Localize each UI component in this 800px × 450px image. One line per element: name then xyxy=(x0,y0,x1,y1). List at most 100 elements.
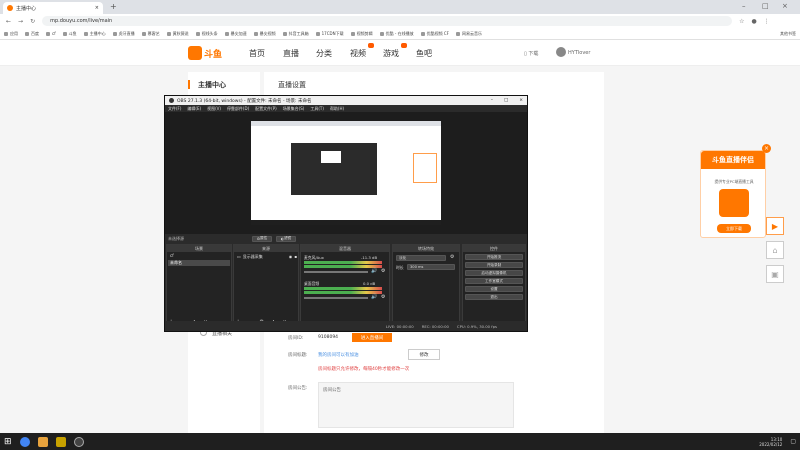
nav-home[interactable]: 首页 xyxy=(249,48,265,59)
float-play-icon[interactable]: ▶ xyxy=(766,217,784,235)
obs-maximize-icon[interactable]: □ xyxy=(504,98,508,103)
obs-preview-canvas[interactable] xyxy=(251,121,441,225)
close-tab-icon[interactable]: × xyxy=(95,5,99,11)
other-bookmarks[interactable]: 其他书签 xyxy=(780,31,796,37)
speaker2-icon[interactable]: 🔊 xyxy=(371,294,377,300)
clock-date: 2022/02/12 xyxy=(759,441,783,447)
bookmark-item[interactable]: cf xyxy=(46,31,56,36)
obs-menu-item[interactable]: 文件(F) xyxy=(168,106,181,112)
bookmark-icon xyxy=(141,31,146,36)
douyu-logo[interactable]: 斗鱼 xyxy=(188,45,226,61)
obs-menu-item[interactable]: 帮助(H) xyxy=(330,106,344,112)
bookmark-item[interactable]: 应用 xyxy=(4,31,18,37)
reload-icon[interactable]: ↻ xyxy=(30,18,35,25)
filter-button[interactable]: ◐ 滤镜 xyxy=(276,235,296,242)
ad-title: 斗鱼直播伴侣 xyxy=(701,151,765,169)
float-app-icon[interactable]: ▣ xyxy=(766,265,784,283)
nav-category[interactable]: 分类 xyxy=(316,48,332,59)
bookmark-item[interactable]: 优酷 - 在线播放 xyxy=(379,31,414,37)
bookmark-item[interactable]: 网易云音乐 xyxy=(455,31,482,37)
obs-menu-item[interactable]: 编辑(E) xyxy=(187,106,201,112)
back-icon[interactable]: ← xyxy=(6,18,11,25)
bookmark-item[interactable]: 百度 xyxy=(25,31,39,37)
url-field[interactable]: mp.douyu.com/live/main xyxy=(42,16,733,26)
sidebar-heading[interactable]: 主播中心 xyxy=(198,80,226,90)
duration-input[interactable]: 300 ms xyxy=(407,264,455,270)
transition-gear-icon[interactable]: ⚙ xyxy=(450,254,454,260)
speaker-icon[interactable]: 🔊 xyxy=(371,268,377,274)
lock-icon[interactable]: ▪ xyxy=(294,254,297,260)
scene-item-selected[interactable]: 未命名 xyxy=(168,260,230,266)
exit-button[interactable]: 退出 xyxy=(465,294,523,300)
source-item[interactable]: ▭ 显示器采集 ◉ ▪ xyxy=(235,254,297,260)
obs-menu-item[interactable]: 视图(V) xyxy=(207,106,221,112)
bookmark-item[interactable]: 主播中心 xyxy=(83,31,106,37)
user-avatar[interactable] xyxy=(556,47,566,57)
file-explorer-icon[interactable] xyxy=(37,436,48,447)
edit-title-button[interactable]: 修改 xyxy=(408,349,440,360)
virtual-camera-button[interactable]: 启动虚拟摄像机 xyxy=(465,270,523,276)
bookmark-icon xyxy=(4,31,8,36)
transition-select[interactable]: 淡化 xyxy=(396,255,446,261)
obs-menu-item[interactable]: 停靠部件(D) xyxy=(227,106,249,112)
close-window-icon[interactable]: × xyxy=(782,2,788,10)
live-companion-ad[interactable]: 斗鱼直播伴侣 提供专业PC端直播工具 立即下载 xyxy=(700,150,766,238)
mixer-gear2-icon[interactable]: ⚙ xyxy=(381,294,385,300)
obs-menu-item[interactable]: 工具(T) xyxy=(310,106,324,112)
obs-menu-item[interactable]: 场景集合(S) xyxy=(283,106,305,112)
obs-window[interactable]: OBS 27.1.3 (64-bit, windows) - 配置文件: 未命名… xyxy=(164,95,528,332)
star-icon[interactable]: ☆ xyxy=(739,18,744,25)
bookmark-item[interactable]: 慕客艺 xyxy=(141,31,160,37)
props-button[interactable]: ⚙ 属性 xyxy=(252,235,272,242)
ad-close-icon[interactable]: × xyxy=(762,144,771,153)
bookmark-item[interactable]: 暴尖加速 xyxy=(224,31,247,37)
source-item-label: 显示器采集 xyxy=(242,254,263,259)
bookmark-item[interactable]: 暴尖视频 xyxy=(253,31,276,37)
nav-game[interactable]: 游戏 xyxy=(383,48,399,59)
obs-taskbar-icon[interactable] xyxy=(73,436,84,447)
start-stream-button[interactable]: 开始推流 xyxy=(465,254,523,260)
nav-yuba[interactable]: 鱼吧 xyxy=(416,48,432,59)
obs-close-icon[interactable]: × xyxy=(519,98,523,103)
enter-room-button[interactable]: 进入直播间 xyxy=(352,333,392,342)
notice-textarea[interactable]: 房间公告 xyxy=(318,382,514,428)
username[interactable]: HYTlover xyxy=(568,50,590,56)
bookmark-item[interactable]: 视频剪辑 xyxy=(350,31,373,37)
forward-icon[interactable]: → xyxy=(18,18,23,25)
windows-start-icon[interactable]: ⊞ xyxy=(4,437,12,447)
nav-video[interactable]: 视频 xyxy=(350,48,366,59)
browser-tab[interactable]: 主播中心 × xyxy=(3,2,103,14)
mixer-ch1-slider[interactable] xyxy=(304,271,368,273)
bookmark-item[interactable]: 视线头条 xyxy=(195,31,218,37)
menu-icon[interactable]: ⋮ xyxy=(764,18,770,25)
maximize-icon[interactable]: □ xyxy=(762,2,769,10)
app-icon[interactable] xyxy=(55,436,66,447)
bookmark-item[interactable]: 黄秋薇说 xyxy=(166,31,189,37)
nav-live[interactable]: 直播 xyxy=(283,48,299,59)
bookmark-item[interactable]: 优酷视频 CF xyxy=(420,31,449,37)
obs-menu-item[interactable]: 配置文件(P) xyxy=(255,106,277,112)
bookmark-item[interactable]: 17CDN下载 xyxy=(315,31,344,37)
sources-title: 来源 xyxy=(234,245,298,252)
bookmark-item[interactable]: 虎牙直播 xyxy=(112,31,135,37)
mixer-ch2-slider[interactable] xyxy=(304,297,368,299)
mixer-gear-icon[interactable]: ⚙ xyxy=(381,268,385,274)
start-record-button[interactable]: 开始录制 xyxy=(465,262,523,268)
taskbar-clock[interactable]: 13:10 2022/02/12 xyxy=(759,437,782,447)
ad-download-button[interactable]: 立即下载 xyxy=(717,224,751,233)
scene-item[interactable]: cf xyxy=(168,253,230,258)
float-home-icon[interactable]: ⌂ xyxy=(766,241,784,259)
minimize-icon[interactable]: – xyxy=(742,2,746,10)
studio-mode-button[interactable]: 工作室模式 xyxy=(465,278,523,284)
chrome-icon[interactable] xyxy=(19,436,30,447)
notification-icon[interactable]: ▢ xyxy=(790,438,796,445)
settings-button[interactable]: 设置 xyxy=(465,286,523,292)
bookmark-item[interactable]: 抖音工具箱 xyxy=(282,31,309,37)
download-link[interactable]: ▯ 下载 xyxy=(524,50,538,57)
bookmark-item[interactable]: 斗鱼 xyxy=(62,31,77,37)
obs-minimize-icon[interactable]: – xyxy=(491,98,493,103)
profile-icon[interactable]: ● xyxy=(751,18,756,25)
eye-icon[interactable]: ◉ xyxy=(289,254,293,260)
obs-logo-icon xyxy=(169,98,174,103)
new-tab-icon[interactable]: + xyxy=(110,2,117,11)
